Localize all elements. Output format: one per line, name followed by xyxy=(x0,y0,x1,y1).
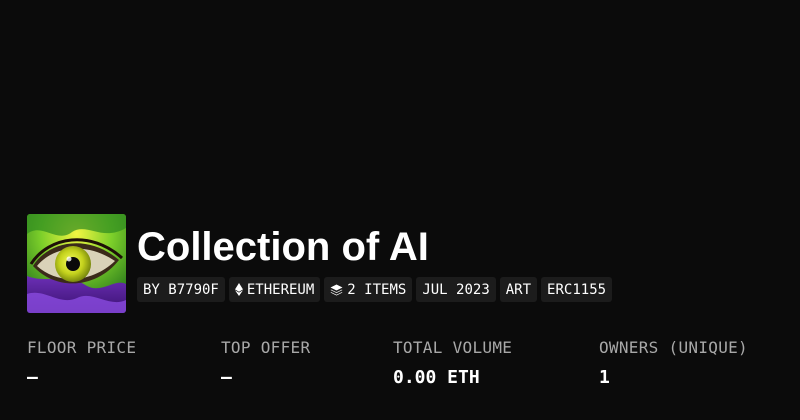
creator-tag[interactable]: BY B7790F xyxy=(137,277,225,302)
tag-list: BY B7790F ETHEREUM 2 ITEMS JUL 2023 ART … xyxy=(137,277,613,302)
chain-tag-label: ETHEREUM xyxy=(246,281,315,298)
total-volume-label: TOTAL VOLUME xyxy=(393,338,513,357)
owners-stat: OWNERS (UNIQUE) 1 xyxy=(599,338,748,388)
items-tag-label: 2 ITEMS xyxy=(347,281,407,298)
owners-value: 1 xyxy=(599,367,610,388)
floor-price-value: — xyxy=(27,367,38,388)
total-volume-value: 0.00 ETH xyxy=(393,367,480,388)
collection-avatar[interactable] xyxy=(27,214,126,313)
standard-tag: ERC1155 xyxy=(541,277,613,302)
category-tag[interactable]: ART xyxy=(499,277,538,302)
chain-tag[interactable]: ETHEREUM xyxy=(228,277,321,302)
total-volume-stat: TOTAL VOLUME 0.00 ETH xyxy=(393,338,512,388)
items-tag[interactable]: 2 ITEMS xyxy=(324,277,413,302)
floor-price-label: FLOOR PRICE xyxy=(27,338,137,357)
owners-label: OWNERS (UNIQUE) xyxy=(599,338,748,357)
standard-tag-label: ERC1155 xyxy=(547,281,607,298)
date-tag-label: JUL 2023 xyxy=(422,281,490,298)
date-tag: JUL 2023 xyxy=(416,277,496,302)
collection-stats: FLOOR PRICE — TOP OFFER — TOTAL VOLUME 0… xyxy=(0,338,800,398)
collection-info: Collection of AI BY B7790F ETHEREUM 2 IT… xyxy=(137,214,613,302)
collection-title: Collection of AI xyxy=(137,225,429,269)
collection-header: Collection of AI BY B7790F ETHEREUM 2 IT… xyxy=(27,214,613,313)
top-offer-value: — xyxy=(221,367,232,388)
ethereum-icon xyxy=(234,283,243,296)
top-offer-stat: TOP OFFER — xyxy=(221,338,310,388)
eye-artwork-icon xyxy=(27,214,126,313)
top-offer-label: TOP OFFER xyxy=(221,338,311,357)
creator-tag-label: BY B7790F xyxy=(143,281,219,298)
floor-price-stat: FLOOR PRICE — xyxy=(27,338,136,388)
category-tag-label: ART xyxy=(505,281,532,298)
layers-icon xyxy=(330,284,343,296)
